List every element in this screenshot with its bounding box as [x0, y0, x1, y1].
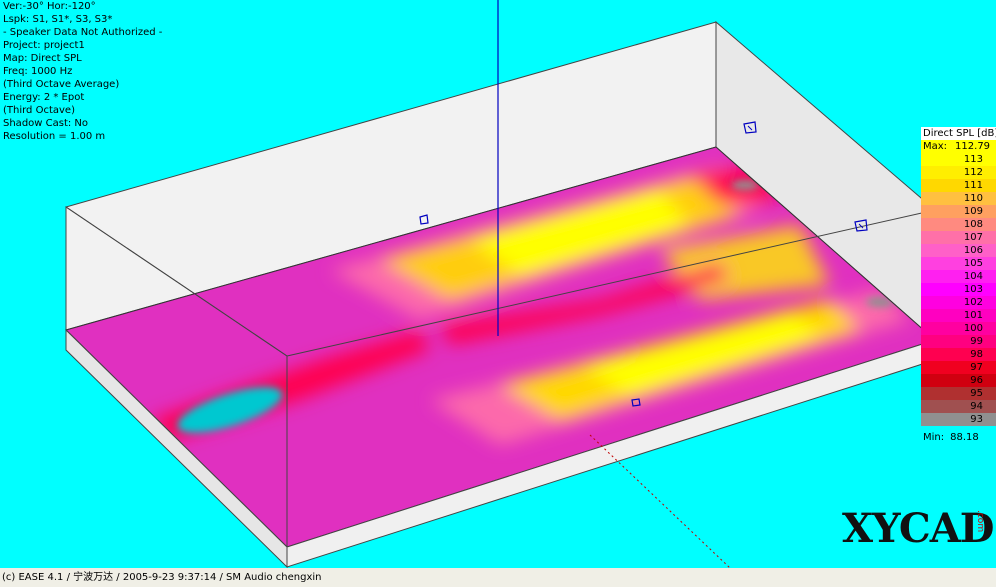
- project-text: Project: project1: [3, 40, 85, 51]
- legend-level: 95: [921, 387, 996, 400]
- legend-max-label: Max:: [923, 141, 948, 152]
- legend-level: 103: [921, 283, 996, 296]
- octave-text: (Third Octave): [3, 105, 75, 116]
- shadow-cast-text: Shadow Cast: No: [3, 118, 89, 129]
- legend-level: 112: [921, 166, 996, 179]
- legend-level: 94: [921, 400, 996, 413]
- xycad-logo: XYCAD: [842, 505, 994, 552]
- legend-level: 98: [921, 348, 996, 361]
- legend-level: 93: [921, 413, 996, 426]
- legend-title: Direct SPL [dB]: [921, 127, 996, 140]
- legend-level: 113: [921, 153, 996, 166]
- spl-color-legend: Direct SPL [dB] Max: 112.79 113 112 111 110 1…: [921, 127, 996, 444]
- ease-viewport[interactable]: { "info": [ "Ver:-30° Hor:-120°", "Lspk:…: [0, 0, 996, 587]
- legend-scale: 113 112 111 110 109 108 107 106 105 104 103 102 101 1…: [921, 153, 996, 426]
- legend-level: 107: [921, 231, 996, 244]
- map-type-text: Map: Direct SPL: [3, 53, 82, 64]
- map-info-overlay: Ver:-30° Hor:-120° Lspk: S1, S1*, S3, S3…: [3, 0, 162, 143]
- legend-level: 101: [921, 309, 996, 322]
- frequency-text: Freq: 1000 Hz: [3, 66, 73, 77]
- legend-level: 96: [921, 374, 996, 387]
- loudspeakers-text: Lspk: S1, S1*, S3, S3*: [3, 14, 113, 25]
- status-bar: (c) EASE 4.1 / 宁波万达 / 2005-9-23 9:37:14 …: [0, 568, 996, 587]
- legend-level: 102: [921, 296, 996, 309]
- legend-level: 100: [921, 322, 996, 335]
- legend-min-value: 88.18: [950, 432, 979, 443]
- legend-max: Max: 112.79: [921, 140, 996, 153]
- legend-max-value: 112.79: [955, 141, 991, 152]
- legend-level: 99: [921, 335, 996, 348]
- view-angles-text: Ver:-30° Hor:-120°: [3, 1, 96, 12]
- legend-level: 110: [921, 192, 996, 205]
- legend-level: 97: [921, 361, 996, 374]
- energy-text: Energy: 2 * Epot: [3, 92, 85, 103]
- legend-level: 106: [921, 244, 996, 257]
- legend-level: 108: [921, 218, 996, 231]
- legend-min: Min: 88.18: [921, 431, 996, 444]
- legend-min-label: Min:: [923, 432, 945, 443]
- resolution-text: Resolution = 1.00 m: [3, 131, 106, 142]
- logo-domain: .com: [975, 510, 985, 533]
- logo-text: XYCAD: [842, 505, 994, 552]
- averaging-text: (Third Octave Average): [3, 79, 120, 90]
- legend-level: 104: [921, 270, 996, 283]
- legend-level: 111: [921, 179, 996, 192]
- legend-level: 105: [921, 257, 996, 270]
- speaker-data-warning: - Speaker Data Not Authorized -: [3, 27, 163, 38]
- legend-level: 109: [921, 205, 996, 218]
